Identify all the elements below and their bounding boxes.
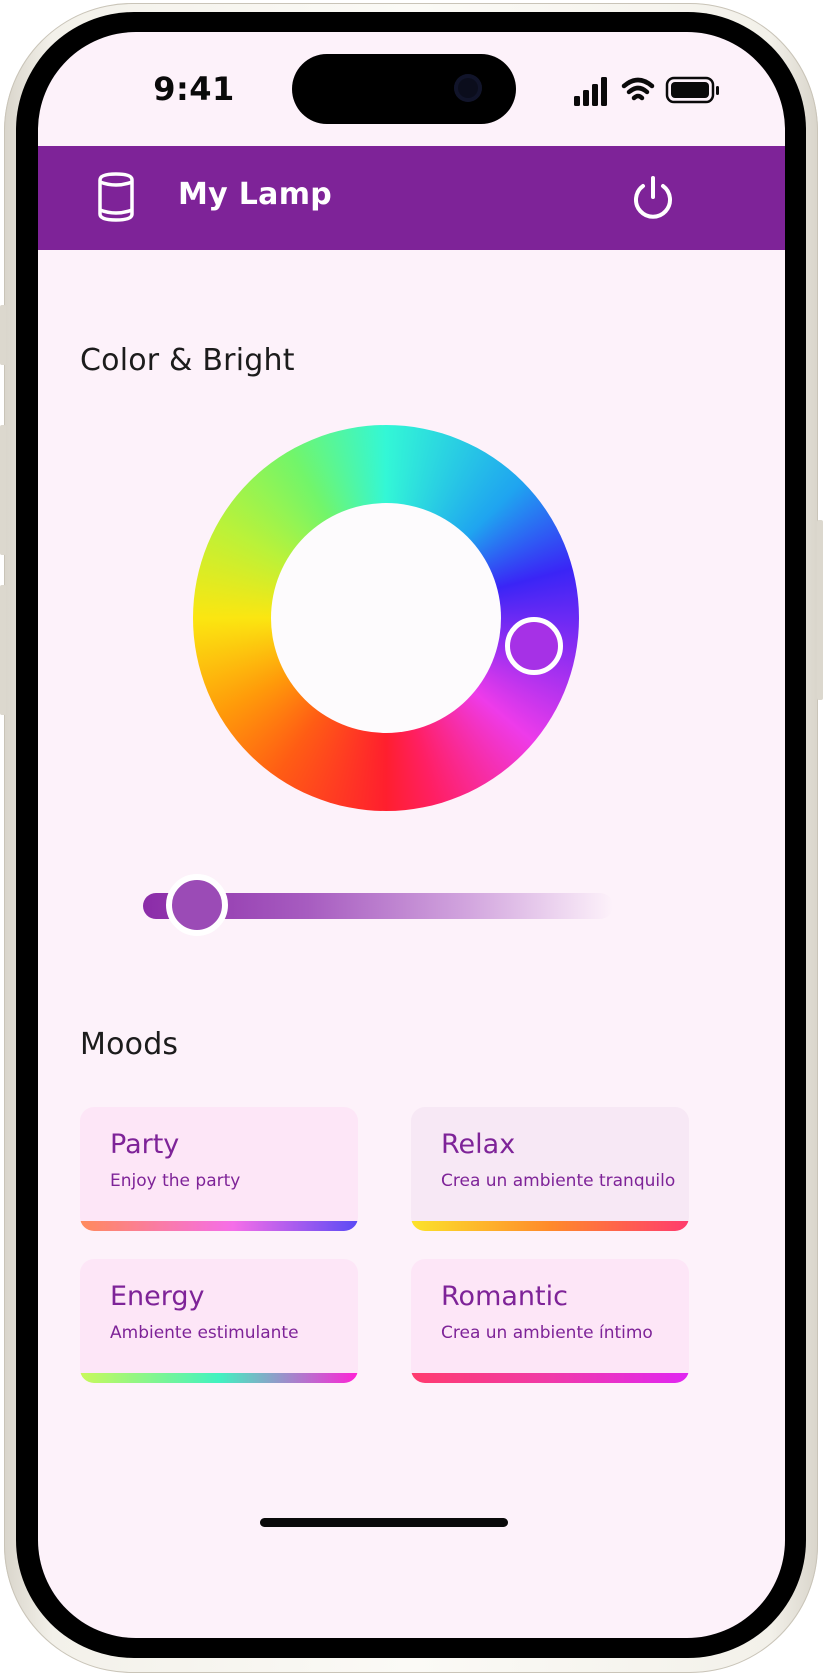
color-wheel[interactable] [193, 425, 579, 811]
volume-up-button [0, 425, 6, 555]
mood-card-romantic[interactable]: Romantic Crea un ambiente íntimo [411, 1259, 689, 1383]
app-title: My Lamp [178, 177, 333, 212]
mood-card-relax[interactable]: Relax Crea un ambiente tranquilo [411, 1107, 689, 1231]
app-header: My Lamp [38, 146, 785, 250]
lamp-icon [98, 172, 134, 222]
mood-color-bar [80, 1373, 358, 1383]
battery-icon [665, 76, 719, 104]
mood-name: Energy [110, 1281, 205, 1312]
mood-color-bar [411, 1221, 689, 1231]
status-icons [574, 72, 754, 108]
mood-color-bar [80, 1221, 358, 1231]
dynamic-island [292, 54, 516, 124]
mood-subtitle: Crea un ambiente íntimo [441, 1323, 653, 1343]
moods-section-title: Moods [80, 1027, 179, 1062]
cellular-signal-icon [574, 77, 607, 106]
mood-subtitle: Ambiente estimulante [110, 1323, 299, 1343]
power-icon[interactable] [630, 175, 676, 221]
color-wheel-center [271, 503, 501, 733]
wifi-icon [621, 77, 655, 101]
mood-color-bar [411, 1373, 689, 1383]
status-time: 9:41 [153, 70, 235, 108]
mood-name: Romantic [441, 1281, 568, 1312]
home-indicator[interactable] [260, 1518, 508, 1527]
front-camera-icon [454, 74, 482, 102]
mood-name: Party [110, 1129, 180, 1160]
mood-subtitle: Crea un ambiente tranquilo [441, 1171, 676, 1191]
mood-card-party[interactable]: Party Enjoy the party [80, 1107, 358, 1231]
brightness-slider-thumb[interactable] [166, 874, 228, 936]
app-screen: 9:41 My Lamp Color & Bright Moods Party … [38, 32, 785, 1638]
action-button [0, 305, 6, 365]
mood-card-energy[interactable]: Energy Ambiente estimulante [80, 1259, 358, 1383]
volume-down-button [0, 585, 6, 715]
mood-subtitle: Enjoy the party [110, 1171, 241, 1191]
color-picker-handle[interactable] [505, 617, 563, 675]
color-section-title: Color & Bright [80, 343, 295, 378]
mood-name: Relax [441, 1129, 516, 1160]
side-power-button [817, 520, 823, 700]
